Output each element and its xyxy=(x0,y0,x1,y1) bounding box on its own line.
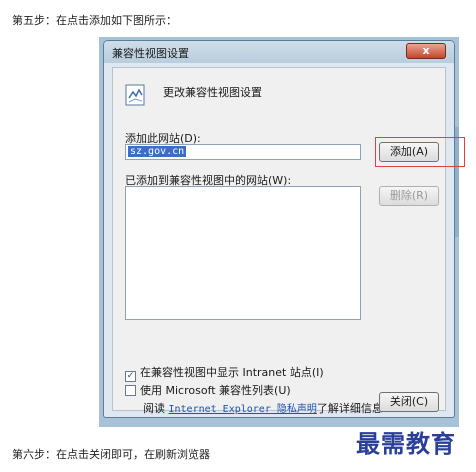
read-suffix: 了解详细信息 xyxy=(316,402,383,415)
intranet-checkbox[interactable]: ✓ xyxy=(125,371,136,382)
ms-list-checkbox-row[interactable]: 使用 Microsoft 兼容性列表(U) xyxy=(125,382,291,398)
website-input-value: sz.gov.cn xyxy=(128,146,187,157)
dialog-titlebar: 兼容性视图设置 x xyxy=(104,41,454,63)
website-input[interactable]: sz.gov.cn xyxy=(125,144,361,160)
dialog-title: 兼容性视图设置 xyxy=(112,47,189,60)
remove-button[interactable]: 删除(R) xyxy=(379,186,439,206)
ms-list-checkbox-label: 使用 Microsoft 兼容性列表(U) xyxy=(140,384,291,397)
close-window-button[interactable]: x xyxy=(406,43,446,59)
privacy-link[interactable]: Internet Explorer 隐私声明 xyxy=(169,404,317,415)
close-button[interactable]: 关闭(C) xyxy=(379,392,439,412)
privacy-text-row: 阅读 Internet Explorer 隐私声明了解详细信息 xyxy=(143,400,383,416)
add-button-highlight xyxy=(375,137,465,167)
sites-list[interactable] xyxy=(125,186,361,320)
read-prefix: 阅读 xyxy=(143,402,165,415)
intranet-checkbox-label: 在兼容性视图中显示 Intranet 站点(I) xyxy=(140,366,324,379)
ms-list-checkbox[interactable] xyxy=(125,385,136,396)
step5-instruction: 第五步：在点击添加如下图所示： xyxy=(12,14,177,27)
watermark-logo: 最需教育 xyxy=(356,429,456,458)
compatibility-view-icon xyxy=(125,84,145,106)
close-icon: x xyxy=(422,44,430,57)
dialog-header: 更改兼容性视图设置 xyxy=(163,86,262,99)
step6-instruction: 第六步：在点击关闭即可，在刷新浏览器 xyxy=(12,448,210,461)
compatibility-view-dialog: 兼容性视图设置 x 更改兼容性视图设置 添加此网站(D): sz.gov.cn … xyxy=(103,40,465,418)
dialog-client-area: 更改兼容性视图设置 添加此网站(D): sz.gov.cn 添加(A) 已添加到… xyxy=(112,67,465,415)
intranet-checkbox-row[interactable]: ✓ 在兼容性视图中显示 Intranet 站点(I) xyxy=(125,364,324,382)
